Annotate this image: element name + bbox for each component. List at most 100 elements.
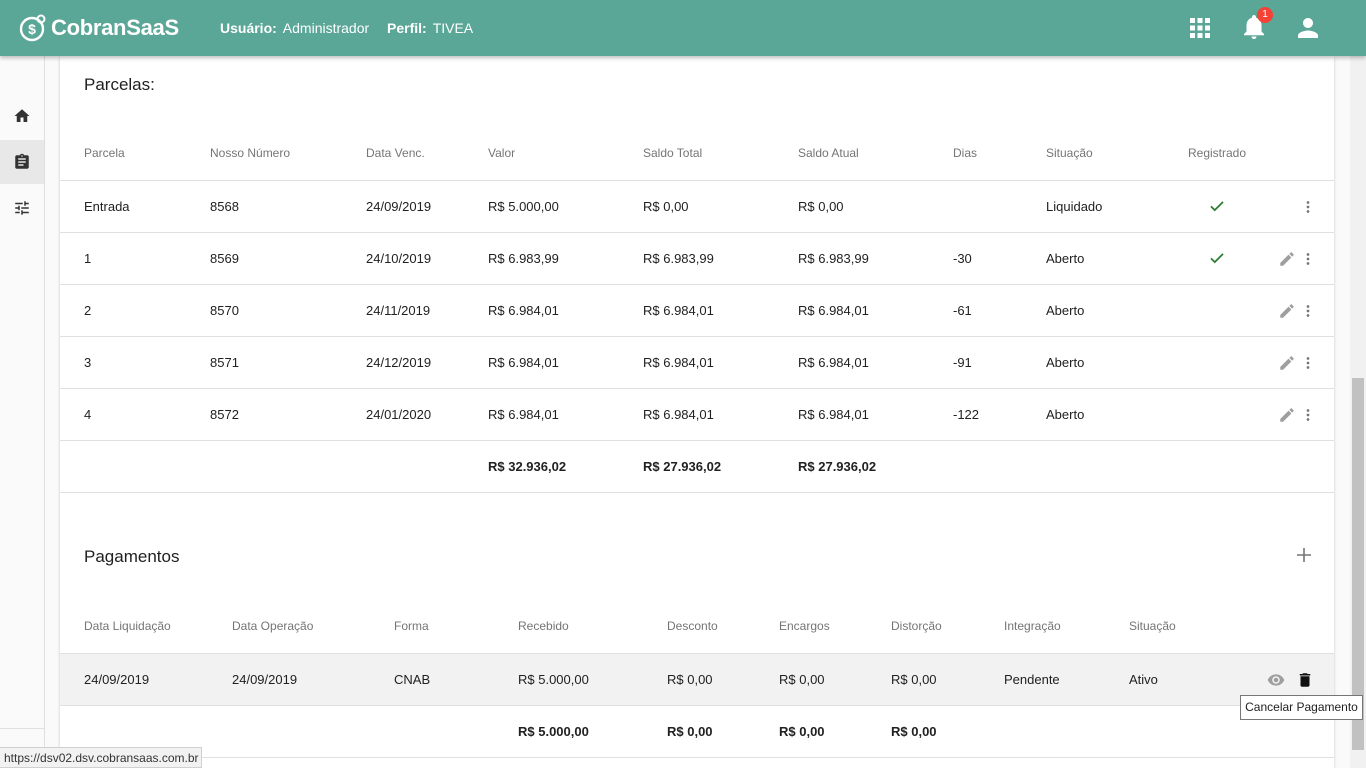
edit-pencil-icon[interactable] xyxy=(1278,302,1296,320)
pagamento-forma: CNAB xyxy=(394,672,431,687)
registered-check-icon xyxy=(1210,201,1224,212)
parcela-saldo-atual: R$ 6.984,01 xyxy=(798,355,869,370)
edit-pencil-icon[interactable] xyxy=(1278,250,1296,268)
apps-grid-icon[interactable] xyxy=(1186,14,1214,42)
user-info: Usuário: Administrador xyxy=(220,20,369,36)
delete-trash-icon[interactable] xyxy=(1296,671,1314,689)
parcela-situacao: Aberto xyxy=(1046,407,1085,422)
pagamentos-title: Pagamentos xyxy=(84,547,180,566)
home-icon xyxy=(14,109,30,122)
total-desconto: R$ 0,00 xyxy=(667,724,713,739)
parcela-data-venc: 24/10/2019 xyxy=(366,251,432,266)
app-name: CobranSaaS xyxy=(51,15,179,40)
sidebar-divider xyxy=(0,728,44,729)
account-icon[interactable] xyxy=(1294,14,1322,42)
pagamento-data-operacao: 24/09/2019 xyxy=(232,672,298,687)
edit-pencil-icon[interactable] xyxy=(1278,406,1296,424)
parcela-parcela: 3 xyxy=(84,355,92,370)
parcela-saldo-total: R$ 6.984,01 xyxy=(643,355,714,370)
app-header: $ CobranSaaS Usuário: Administrador Perfi… xyxy=(0,0,1366,56)
more-vert-icon[interactable] xyxy=(1299,250,1317,268)
header-data-venc: Data Venc. xyxy=(366,146,425,160)
parcela-saldo-atual: R$ 6.984,01 xyxy=(798,407,869,422)
parcela-saldo-atual: R$ 0,00 xyxy=(798,199,844,214)
sidebar-item-contracts[interactable] xyxy=(0,140,44,184)
view-eye-icon[interactable] xyxy=(1267,671,1285,689)
pagamento-encargos: R$ 0,00 xyxy=(779,672,825,687)
header-parcela: Parcela xyxy=(84,146,125,160)
pagamento-integracao: Pendente xyxy=(1004,672,1060,687)
total-distorcao: R$ 0,00 xyxy=(891,724,937,739)
header-valor: Valor xyxy=(488,146,516,160)
parcela-situacao: Liquidado xyxy=(1046,199,1103,214)
total-encargos: R$ 0,00 xyxy=(779,724,825,739)
pagamento-data-liquidacao: 24/09/2019 xyxy=(84,672,150,687)
contract-detail-card: Parcelas: Parcela Nosso Número Data Venc… xyxy=(60,56,1334,768)
parcela-row[interactable]: 4 8572 24/01/2020 R$ 6.984,01 R$ 6.984,01 R$ … xyxy=(60,389,1334,441)
user-label: Usuário: xyxy=(220,20,277,36)
header-distorcao: Distorção xyxy=(891,619,942,633)
total-recebido: R$ 5.000,00 xyxy=(518,724,589,739)
header-encargos: Encargos xyxy=(779,619,830,633)
logo-coin-icon: $ xyxy=(19,14,46,42)
parcelas-totals-row: R$ 32.936,02 R$ 27.936,02 R$ 27.936,02 xyxy=(60,441,1334,493)
parcela-situacao: Aberto xyxy=(1046,303,1085,318)
parcela-valor: R$ 6.984,01 xyxy=(488,407,559,422)
parcela-saldo-atual: R$ 6.984,01 xyxy=(798,303,869,318)
more-vert-icon[interactable] xyxy=(1299,198,1317,216)
header-data-operacao: Data Operação xyxy=(232,619,314,633)
sidebar xyxy=(0,56,45,768)
parcela-parcela: 4 xyxy=(84,407,92,422)
total-saldo-atual: R$ 27.936,02 xyxy=(798,459,877,474)
parcela-saldo-total: R$ 0,00 xyxy=(643,199,689,214)
profile-value: TIVEA xyxy=(432,20,474,36)
pagamentos-totals-row: R$ 5.000,00 R$ 0,00 R$ 0,00 R$ 0,00 xyxy=(60,706,1334,758)
header-integracao: Integração xyxy=(1004,619,1061,633)
parcela-saldo-total: R$ 6.984,01 xyxy=(643,407,714,422)
header-nosso-numero: Nosso Número xyxy=(210,146,291,160)
parcela-nosso-numero: 8568 xyxy=(210,199,239,214)
total-valor: R$ 32.936,02 xyxy=(488,459,567,474)
more-vert-icon[interactable] xyxy=(1299,354,1317,372)
app-logo[interactable]: $ CobranSaaS xyxy=(19,11,179,45)
pagamento-distorcao: R$ 0,00 xyxy=(891,672,937,687)
vertical-scrollbar[interactable] xyxy=(1350,56,1366,768)
tune-sliders-icon xyxy=(15,201,29,215)
clipboard-icon xyxy=(15,153,29,169)
user-value: Administrador xyxy=(282,20,370,36)
parcela-row[interactable]: 2 8570 24/11/2019 R$ 6.984,01 R$ 6.984,01 R$ … xyxy=(60,285,1334,337)
parcela-data-venc: 24/01/2020 xyxy=(366,407,432,422)
sidebar-item-home[interactable] xyxy=(0,94,44,138)
cancel-payment-tooltip: Cancelar Pagamento xyxy=(1240,695,1363,720)
parcelas-title: Parcelas: xyxy=(84,75,155,94)
parcela-row[interactable]: Entrada 8568 24/09/2019 R$ 5.000,00 R$ 0,00 R… xyxy=(60,181,1334,233)
notification-badge: 1 xyxy=(1257,7,1273,23)
parcela-situacao: Aberto xyxy=(1046,251,1085,266)
parcela-nosso-numero: 8569 xyxy=(210,251,239,266)
parcela-parcela: 1 xyxy=(84,251,92,266)
profile-label: Perfil: xyxy=(387,20,427,36)
parcela-valor: R$ 5.000,00 xyxy=(488,199,559,214)
svg-text:$: $ xyxy=(28,21,36,37)
header-saldo-total: Saldo Total xyxy=(643,146,703,160)
pagamento-row[interactable]: 24/09/2019 24/09/2019 CNAB R$ 5.000,00 R… xyxy=(60,654,1334,706)
edit-pencil-icon[interactable] xyxy=(1278,354,1296,372)
status-url: https://dsv02.dsv.cobransaas.com.br xyxy=(0,747,202,768)
parcela-row[interactable]: 3 8571 24/12/2019 R$ 6.984,01 R$ 6.984,01 R$ … xyxy=(60,337,1334,389)
more-vert-icon[interactable] xyxy=(1299,302,1317,320)
header-situacao-pagamento: Situação xyxy=(1129,619,1176,633)
parcela-data-venc: 24/11/2019 xyxy=(366,303,431,318)
header-dias: Dias xyxy=(953,146,978,160)
more-vert-icon[interactable] xyxy=(1299,406,1317,424)
pagamentos-header-row: Data Liquidação Data Operação Forma Rece… xyxy=(60,603,1334,654)
header-saldo-atual: Saldo Atual xyxy=(798,146,859,160)
parcela-row[interactable]: 1 8569 24/10/2019 R$ 6.983,99 R$ 6.983,99 R$ … xyxy=(60,233,1334,285)
parcela-saldo-atual: R$ 6.983,99 xyxy=(798,251,869,266)
sidebar-item-settings[interactable] xyxy=(0,186,44,230)
parcela-saldo-total: R$ 6.983,99 xyxy=(643,251,714,266)
parcela-dias: -61 xyxy=(953,303,972,318)
parcela-parcela: 2 xyxy=(84,303,92,318)
parcela-valor: R$ 6.984,01 xyxy=(488,355,559,370)
add-pagamento-icon[interactable] xyxy=(1296,547,1312,563)
parcela-valor: R$ 6.984,01 xyxy=(488,303,559,318)
